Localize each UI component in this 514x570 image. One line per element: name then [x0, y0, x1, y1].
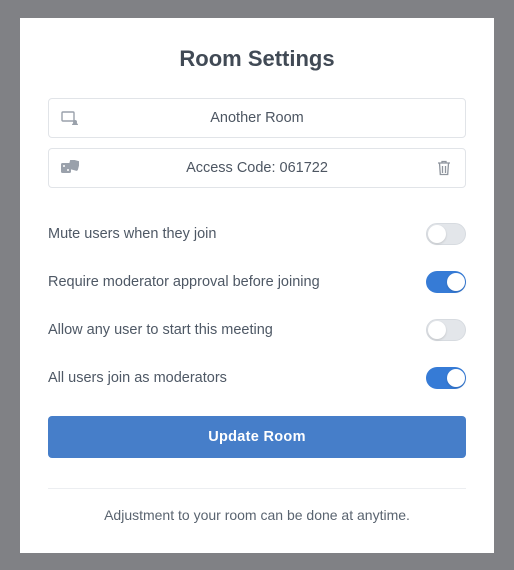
toggle-any-user-start[interactable] [426, 319, 466, 341]
setting-label: Require moderator approval before joinin… [48, 274, 320, 290]
trash-icon[interactable] [435, 159, 453, 177]
toggle-join-as-moderators[interactable] [426, 367, 466, 389]
toggle-mute-users[interactable] [426, 223, 466, 245]
divider [48, 488, 466, 489]
room-settings-modal: Room Settings Another Room Access Code: … [20, 18, 494, 553]
setting-label: Allow any user to start this meeting [48, 322, 273, 338]
update-room-button[interactable]: Update Room [48, 416, 466, 458]
access-code-value: Access Code: 061722 [79, 160, 435, 176]
setting-moderator-approval: Require moderator approval before joinin… [48, 258, 466, 306]
access-code-field: Access Code: 061722 [48, 148, 466, 188]
setting-mute-users: Mute users when they join [48, 210, 466, 258]
room-name-value: Another Room [79, 110, 435, 126]
toggle-moderator-approval[interactable] [426, 271, 466, 293]
room-icon [61, 109, 79, 127]
dice-icon[interactable] [61, 159, 79, 177]
footer-note: Adjustment to your room can be done at a… [48, 507, 466, 523]
setting-join-as-moderators: All users join as moderators [48, 354, 466, 402]
setting-any-user-start: Allow any user to start this meeting [48, 306, 466, 354]
setting-label: All users join as moderators [48, 370, 227, 386]
setting-label: Mute users when they join [48, 226, 216, 242]
settings-list: Mute users when they join Require modera… [48, 210, 466, 402]
modal-title: Room Settings [48, 46, 466, 72]
room-name-field[interactable]: Another Room [48, 98, 466, 138]
